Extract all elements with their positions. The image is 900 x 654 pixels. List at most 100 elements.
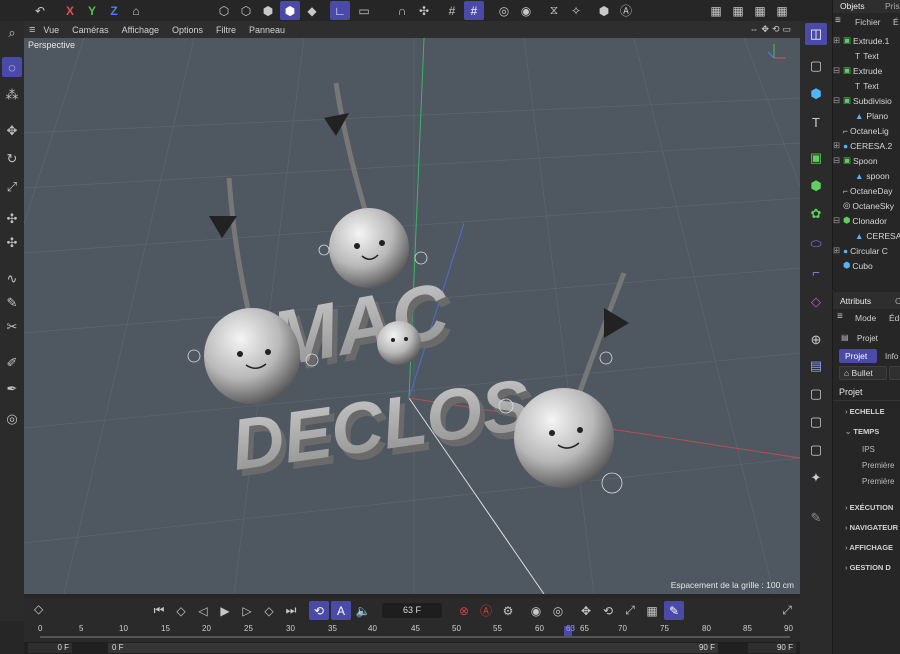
object-row[interactable]: ⊟ ▣ Subdivisio xyxy=(833,93,900,108)
tab-objets[interactable]: Objets xyxy=(840,1,865,11)
live-selection-icon[interactable]: ⁂ xyxy=(2,85,22,105)
square-spline-icon[interactable]: ▢ xyxy=(805,55,827,77)
menu-options[interactable]: Options xyxy=(172,25,203,35)
object-row[interactable]: ⊟ ▣ Extrude xyxy=(833,63,900,78)
edges-mode-icon[interactable]: ⬡ xyxy=(236,1,256,20)
arnold-icon[interactable]: Ⓐ xyxy=(616,1,636,20)
section-temps[interactable]: ⌄ TEMPS xyxy=(845,427,879,436)
section-echelle[interactable]: › ECHELLE xyxy=(845,407,885,416)
camera-icon[interactable]: ▢ xyxy=(805,383,827,405)
object-row[interactable]: ⊟ ⬢ Clonador xyxy=(833,213,900,228)
points-mode-icon[interactable]: ⬡ xyxy=(214,1,234,20)
record-icon[interactable]: ⊗ xyxy=(454,601,474,620)
bullet-button[interactable]: ⌂ Bullet xyxy=(839,366,887,380)
object-row[interactable]: ⌐ OctaneDay xyxy=(833,183,900,198)
object-row[interactable]: ▲ Plano xyxy=(833,108,900,123)
next-subtab-button[interactable] xyxy=(889,366,900,380)
preview-range-end[interactable]: 90 F xyxy=(684,643,718,653)
menu-affichage[interactable]: Affichage xyxy=(122,25,159,35)
workplane-icon[interactable]: ∟ xyxy=(330,1,350,20)
current-frame-field[interactable]: 63 F xyxy=(382,603,442,618)
timeline-ruler[interactable] xyxy=(40,636,790,638)
tab-prises[interactable]: Pris xyxy=(885,1,900,11)
goto-end-icon[interactable]: ⏭ xyxy=(281,601,301,620)
object-row[interactable]: ⊞ ● CERESA.2 xyxy=(833,138,900,153)
max-frame-field[interactable]: 90 F xyxy=(748,643,796,653)
polygons-mode-icon[interactable]: ⬢ xyxy=(258,1,278,20)
object-row[interactable]: ▲ spoon xyxy=(833,168,900,183)
deformer-icon[interactable]: ✿ xyxy=(805,203,827,225)
next-frame-icon[interactable]: ▷ xyxy=(237,601,257,620)
render-icon[interactable]: ▦ xyxy=(728,1,748,20)
axis-lock-icon[interactable]: ▭ xyxy=(354,1,374,20)
axis-y-toggle[interactable]: Y xyxy=(82,1,102,20)
attributes-menu-icon[interactable]: ≡ xyxy=(837,311,843,322)
model-mode-icon[interactable]: ⬢ xyxy=(280,1,300,20)
section-navigateur[interactable]: › NAVIGATEUR xyxy=(845,523,898,532)
magnet-icon[interactable]: ∩ xyxy=(392,1,412,20)
menu-mode[interactable]: Mode xyxy=(855,313,876,323)
camera3-icon[interactable]: ▢ xyxy=(805,439,827,461)
lighting-icon[interactable]: ✧ xyxy=(566,1,586,20)
prev-frame-icon[interactable]: ◁ xyxy=(193,601,213,620)
transform-icon[interactable]: ✣ xyxy=(2,209,22,229)
subtab-projet[interactable]: Projet xyxy=(839,349,877,363)
camera2-icon[interactable]: ▢ xyxy=(805,411,827,433)
key-pla-icon[interactable]: ✎ xyxy=(664,601,684,620)
menu-cameras[interactable]: Caméras xyxy=(72,25,109,35)
axis-transform-icon[interactable]: ✣ xyxy=(2,233,22,253)
subtab-info[interactable]: Info xyxy=(885,352,898,361)
light-icon[interactable]: ✦ xyxy=(805,467,827,489)
grid-icon[interactable]: # xyxy=(442,1,462,20)
object-row[interactable]: ◎ OctaneSky xyxy=(833,198,900,213)
object-row[interactable]: ⊞ ▣ Extrude.1 xyxy=(833,33,900,48)
next-key-icon[interactable]: ◇ xyxy=(259,601,279,620)
menu-icon[interactable]: ≡ xyxy=(29,24,35,36)
symmetry-icon[interactable]: ◉ xyxy=(516,1,536,20)
undo-icon[interactable]: ↶ xyxy=(30,1,50,20)
spline-tool-icon[interactable]: ⌐ xyxy=(805,261,827,283)
mograph-icon[interactable]: ◇ xyxy=(805,291,827,313)
search-icon[interactable]: ⌕ xyxy=(2,23,22,43)
solo-icon[interactable]: ◎ xyxy=(494,1,514,20)
axis-x-toggle[interactable]: X xyxy=(60,1,80,20)
object-row[interactable]: ⊞ ● Circular C xyxy=(833,243,900,258)
object-row[interactable]: ▲ CERESA xyxy=(833,228,900,243)
edit-icon[interactable]: ✎ xyxy=(805,507,827,529)
snap-icon[interactable]: ✣ xyxy=(414,1,434,20)
menu-edition[interactable]: É xyxy=(893,17,899,27)
objects-menu-icon[interactable]: ≡ xyxy=(835,15,841,26)
object-row[interactable]: ⌐ OctaneLig xyxy=(833,123,900,138)
object-row[interactable]: ⊟ ▣ Spoon xyxy=(833,153,900,168)
selection-icon[interactable]: ◌ xyxy=(2,57,22,77)
key-rotate-icon[interactable]: ⟲ xyxy=(598,601,618,620)
globe-icon[interactable]: ⊕ xyxy=(805,329,827,351)
key-move-icon[interactable]: ✥ xyxy=(576,601,596,620)
butterfly-icon[interactable]: ⧖ xyxy=(544,1,564,20)
coordinate-system-icon[interactable]: ⌂ xyxy=(126,1,146,20)
viewport-perspective[interactable]: MAC MAC DECLOS DECLOS Perspective Espace… xyxy=(24,38,800,594)
octane-icon[interactable]: ⬢ xyxy=(594,1,614,20)
key-scale-icon[interactable]: ⤢ xyxy=(620,601,640,620)
field-icon[interactable]: ⬭ xyxy=(805,233,827,255)
object-row[interactable]: T Text xyxy=(833,48,900,63)
move-icon[interactable]: ✥ xyxy=(2,121,22,141)
cube-primitive-icon[interactable]: ⬢ xyxy=(805,83,827,105)
section-gestion[interactable]: › GESTION D xyxy=(845,563,891,572)
render-clapper-icon[interactable]: ▤ xyxy=(805,355,827,377)
key-param-icon[interactable]: ▦ xyxy=(642,601,662,620)
tab-attributs[interactable]: Attributs xyxy=(840,296,871,306)
viewport-nav-icons[interactable]: ⇔✥⟲▭ xyxy=(749,24,794,35)
preview-range-start[interactable]: 0 F xyxy=(108,643,718,653)
keyframe-settings-icon[interactable]: ⚙ xyxy=(498,601,518,620)
menu-fichier[interactable]: Fichier xyxy=(855,17,881,27)
autokey-icon[interactable]: A xyxy=(331,601,351,620)
texture-mode-icon[interactable]: ◆ xyxy=(302,1,322,20)
render-settings-icon[interactable]: ▦ xyxy=(750,1,770,20)
menu-filtre[interactable]: Filtre xyxy=(216,25,236,35)
key-rotation-icon[interactable]: ◎ xyxy=(548,601,568,620)
object-row[interactable]: T Text xyxy=(833,78,900,93)
goto-start-icon[interactable]: ⏮ xyxy=(149,601,169,620)
timeline-expand-icon[interactable]: ⤢ xyxy=(777,601,797,620)
render-queue-icon[interactable]: ▦ xyxy=(772,1,792,20)
